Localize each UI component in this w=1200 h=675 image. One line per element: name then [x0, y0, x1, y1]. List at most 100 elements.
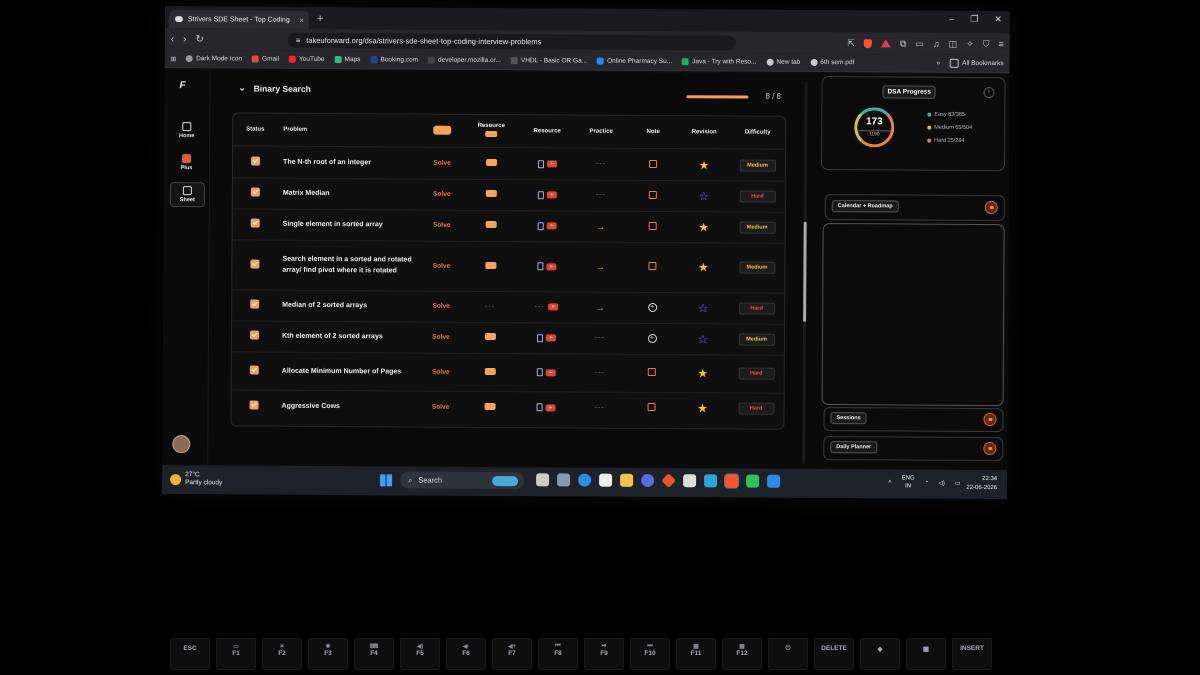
- daily-planner-card[interactable]: Daily Planner: [823, 436, 1004, 462]
- edit-note-icon[interactable]: [647, 367, 656, 377]
- back-icon[interactable]: ‹: [171, 34, 174, 45]
- practice-arrow-icon[interactable]: →: [573, 261, 627, 272]
- edit-note-icon[interactable]: [648, 221, 657, 230]
- file-explorer-icon[interactable]: [620, 473, 634, 487]
- new-tab-button[interactable]: +: [317, 13, 324, 25]
- section-header[interactable]: ⌄ Binary Search: [238, 82, 310, 93]
- site-logo[interactable]: F: [179, 80, 193, 91]
- sidebar-toggle-icon[interactable]: ▭: [915, 38, 924, 49]
- tab-close-icon[interactable]: ×: [299, 15, 304, 24]
- header-toggle[interactable]: [422, 125, 462, 136]
- status-checkbox[interactable]: [249, 299, 259, 309]
- article-icon[interactable]: [537, 190, 544, 199]
- bookmark-pharmacy[interactable]: Online Pharmacy Su...: [597, 57, 672, 65]
- youtube-icon[interactable]: [545, 262, 556, 270]
- vscode-icon[interactable]: [767, 474, 781, 488]
- edit-note-icon[interactable]: [648, 190, 657, 199]
- youtube-icon[interactable]: [546, 191, 557, 199]
- status-checkbox[interactable]: [250, 156, 260, 166]
- tray-chevron-icon[interactable]: ˄: [888, 479, 892, 485]
- notepad-icon[interactable]: [599, 473, 613, 487]
- solve-link[interactable]: Solve: [421, 303, 461, 310]
- revision-star-icon[interactable]: ★: [678, 158, 730, 172]
- video-resource-icon[interactable]: [485, 158, 497, 167]
- article-icon[interactable]: [536, 403, 543, 412]
- bookmarks-more-icon[interactable]: »: [936, 60, 940, 67]
- bookmark-dark-mode-icon[interactable]: Dark Mode Icon: [186, 55, 242, 62]
- weather-widget[interactable]: 27°C Partly cloudy: [170, 471, 222, 487]
- bookmark-booking[interactable]: Booking.com: [370, 56, 418, 64]
- youtube-icon[interactable]: [546, 222, 557, 230]
- reload-icon[interactable]: ↻: [195, 34, 203, 45]
- page-scrollbar[interactable]: [802, 81, 808, 464]
- browser-tab[interactable]: Strivers SDE Sheet - Top Coding ×: [168, 10, 309, 29]
- info-icon[interactable]: i: [983, 87, 995, 99]
- youtube-icon[interactable]: [545, 334, 556, 342]
- problem-title[interactable]: Kth element of 2 sorted arrays: [276, 331, 421, 343]
- problem-title[interactable]: The N-th root of an integer: [277, 157, 422, 169]
- document-icon[interactable]: [683, 474, 697, 488]
- edit-note-icon[interactable]: [648, 261, 657, 271]
- solve-link[interactable]: Solve: [422, 222, 462, 229]
- edit-note-icon[interactable]: [649, 159, 658, 168]
- revision-star-icon[interactable]: ☆: [677, 301, 729, 315]
- article-icon[interactable]: [536, 262, 543, 271]
- problem-title[interactable]: Median of 2 sorted arrays: [276, 300, 421, 312]
- solve-link[interactable]: Solve: [421, 403, 461, 410]
- scrollbar-thumb[interactable]: [803, 221, 807, 322]
- add-note-icon[interactable]: +: [647, 302, 657, 313]
- calendar-card[interactable]: Calendar + Roadmap: [824, 194, 1005, 222]
- nav-home[interactable]: Home: [170, 122, 203, 139]
- revision-star-icon[interactable]: ☆: [678, 189, 730, 203]
- music-icon[interactable]: ♫: [933, 39, 940, 49]
- taskbar-search[interactable]: ⌕ Search: [400, 471, 525, 490]
- problem-title[interactable]: Allocate Minimum Number of Pages: [276, 365, 421, 377]
- video-resource-icon[interactable]: [484, 367, 496, 375]
- video-resource-icon[interactable]: [485, 189, 497, 198]
- solve-link[interactable]: Solve: [422, 191, 462, 198]
- bookmark-youtube[interactable]: YouTube: [288, 55, 325, 63]
- problem-title[interactable]: Single element in sorted array: [277, 219, 422, 231]
- copilot-icon[interactable]: [641, 473, 655, 487]
- problem-title[interactable]: Matrix Median: [277, 188, 422, 200]
- article-icon[interactable]: [537, 221, 544, 230]
- status-checkbox[interactable]: [249, 330, 259, 340]
- whatsapp-icon[interactable]: [746, 474, 760, 488]
- article-icon[interactable]: [536, 368, 543, 377]
- sessions-card[interactable]: Sessions: [823, 407, 1004, 433]
- bookmark-java[interactable]: Java - Try with Reso...: [682, 58, 756, 66]
- edit-note-icon[interactable]: [647, 402, 656, 412]
- share-icon[interactable]: ⇱: [847, 38, 855, 49]
- video-resource-icon[interactable]: [484, 402, 496, 410]
- brave-browser-icon[interactable]: [724, 473, 740, 489]
- task-view-icon[interactable]: [536, 473, 550, 487]
- bookmark-mozilla[interactable]: developer.mozilla.or...: [428, 56, 501, 64]
- revision-star-icon[interactable]: ★: [677, 401, 729, 415]
- practice-arrow-icon[interactable]: →: [574, 221, 628, 231]
- article-icon[interactable]: [536, 333, 543, 342]
- video-resource-icon[interactable]: [484, 332, 496, 341]
- solve-link[interactable]: Solve: [421, 334, 461, 341]
- solve-link[interactable]: Solve: [421, 262, 461, 269]
- problem-title[interactable]: Aggressive Cows: [276, 400, 421, 412]
- vpn-icon[interactable]: ⛉: [983, 38, 990, 49]
- bookmark-vhdl[interactable]: VHDL - Basic OR Ga...: [510, 57, 587, 65]
- extensions-icon[interactable]: ✧: [966, 38, 974, 49]
- solve-link[interactable]: Solve: [422, 160, 462, 167]
- language-indicator[interactable]: ENG IN: [902, 475, 915, 491]
- minimize-button[interactable]: –: [949, 14, 954, 25]
- nav-plus[interactable]: Plus: [170, 154, 203, 171]
- status-checkbox[interactable]: [249, 259, 259, 269]
- git-icon[interactable]: [661, 473, 676, 488]
- chevron-down-icon[interactable]: ⌄: [238, 82, 245, 93]
- article-icon[interactable]: [537, 159, 544, 168]
- menu-icon[interactable]: ≡: [998, 39, 1003, 49]
- revision-star-icon[interactable]: ★: [677, 366, 729, 380]
- apps-icon[interactable]: ⊞: [171, 55, 177, 63]
- status-checkbox[interactable]: [249, 365, 259, 375]
- video-resource-icon[interactable]: [485, 220, 497, 229]
- status-checkbox[interactable]: [249, 400, 259, 410]
- nav-sheet[interactable]: Sheet: [169, 182, 205, 208]
- forward-icon[interactable]: ›: [183, 34, 186, 45]
- maximize-button[interactable]: ❐: [970, 14, 978, 25]
